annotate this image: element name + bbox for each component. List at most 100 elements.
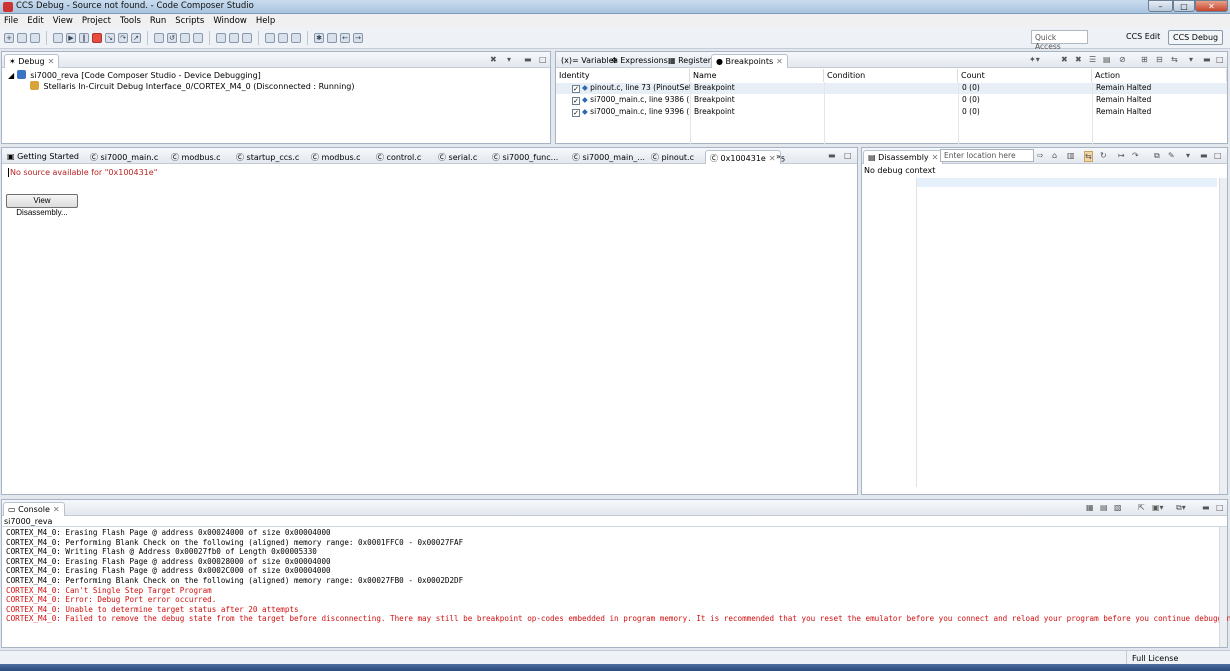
column-header-identity[interactable]: Identity xyxy=(556,69,690,82)
word-wrap-icon[interactable]: ▧ xyxy=(1114,503,1122,512)
minimize-icon[interactable]: ▬ xyxy=(524,55,532,64)
tab-pinout-c[interactable]: Ⓒ pinout.c xyxy=(647,150,698,164)
refresh-icon[interactable]: ↻ xyxy=(1100,151,1107,160)
remove-all-breakpoints-icon[interactable]: ✖ xyxy=(1075,55,1082,64)
display-console-icon[interactable]: ▣▾ xyxy=(1152,503,1164,512)
disassembly-scrollbar[interactable] xyxy=(1219,178,1227,494)
show-supported-icon[interactable]: ☰ xyxy=(1089,55,1096,64)
search-icon[interactable] xyxy=(278,32,288,43)
tab-overflow[interactable]: »5 xyxy=(772,150,789,164)
step-into-icon[interactable]: ↘ xyxy=(105,32,115,43)
show-source-icon[interactable]: ▥ xyxy=(1067,151,1075,160)
maximize-button[interactable]: □ xyxy=(1173,0,1195,12)
assembly-step-icon[interactable] xyxy=(193,32,203,43)
clear-console-icon[interactable]: ▦ xyxy=(1086,503,1094,512)
maximize-icon[interactable]: □ xyxy=(1214,151,1222,160)
minimize-button[interactable]: – xyxy=(1148,0,1173,12)
pin-console-icon[interactable]: ⇱ xyxy=(1138,503,1145,512)
perspective-ccs-edit[interactable]: CCS Edit xyxy=(1122,30,1164,45)
save-all-icon[interactable] xyxy=(30,32,40,43)
go-to-file-icon[interactable]: ▤ xyxy=(1103,55,1111,64)
tab-si7000-main-2[interactable]: Ⓒ si7000_main_... xyxy=(568,150,649,164)
minimize-icon[interactable]: ▬ xyxy=(1203,55,1211,64)
terminate-icon[interactable] xyxy=(92,32,102,43)
minimize-icon[interactable]: ▬ xyxy=(1202,503,1210,512)
collapse-all-icon[interactable]: ⊟ xyxy=(1156,55,1163,64)
maximize-icon[interactable]: □ xyxy=(844,151,852,160)
tab-getting-started[interactable]: ▣ Getting Started xyxy=(3,150,83,164)
close-icon[interactable]: ✕ xyxy=(776,57,783,66)
scroll-lock-icon[interactable]: ▤ xyxy=(1100,503,1108,512)
maximize-icon[interactable]: □ xyxy=(1216,55,1224,64)
tab-si7000-func[interactable]: Ⓒ si7000_func... xyxy=(488,150,562,164)
reset-cpu-icon[interactable] xyxy=(154,32,164,43)
tab-modbus-c[interactable]: Ⓒ modbus.c xyxy=(167,150,225,164)
column-header-action[interactable]: Action xyxy=(1092,69,1227,82)
tab-expressions[interactable]: ✥ Expressions xyxy=(607,54,672,68)
menu-edit[interactable]: Edit xyxy=(27,16,43,26)
debug-session-node[interactable]: ◢ si7000_reva [Code Composer Studio - De… xyxy=(8,70,261,80)
debug-target-node[interactable]: Stellaris In-Circuit Debug Interface_0/C… xyxy=(30,81,354,91)
menu-file[interactable]: File xyxy=(4,16,18,26)
remove-terminated-icon[interactable]: ✖ xyxy=(490,55,497,64)
table-row[interactable]: ✓ ◆ si7000_main.c, line 9396 (SC Breakpoi… xyxy=(556,107,1227,118)
tab-serial-c[interactable]: Ⓒ serial.c xyxy=(434,150,481,164)
close-button[interactable]: ✕ xyxy=(1195,0,1228,12)
menu-scripts[interactable]: Scripts xyxy=(175,16,204,26)
new-icon[interactable]: + xyxy=(4,32,14,43)
link-with-debug-icon[interactable]: ⇆ xyxy=(1171,55,1178,64)
link-with-active-context-icon[interactable]: ⇆ xyxy=(1084,151,1093,162)
tab-breakpoints[interactable]: ● Breakpoints ✕ xyxy=(711,54,788,68)
tab-modbus-c-2[interactable]: Ⓒ modbus.c xyxy=(307,150,365,164)
minimize-icon[interactable]: ▬ xyxy=(1200,151,1208,160)
new-view-icon[interactable]: ⧉ xyxy=(1154,151,1160,161)
tab-disassembly[interactable]: ▤ Disassembly ✕ xyxy=(863,150,944,164)
external-tools-icon[interactable] xyxy=(242,32,252,43)
menu-project[interactable]: Project xyxy=(82,16,111,26)
go-to-location-icon[interactable]: ⇨ xyxy=(1037,151,1044,160)
menu-window[interactable]: Window xyxy=(213,16,247,26)
checkbox-checked-icon[interactable]: ✓ xyxy=(572,97,580,105)
tab-debug[interactable]: ✶ Debug ✕ xyxy=(4,54,60,68)
view-menu-icon[interactable]: ▾ xyxy=(507,55,511,64)
tab-control-c[interactable]: Ⓒ control.c xyxy=(372,150,425,164)
view-menu-icon[interactable]: ▾ xyxy=(1186,151,1190,160)
step-over-icon[interactable]: ↷ xyxy=(118,32,128,43)
remove-breakpoint-icon[interactable]: ✖ xyxy=(1061,55,1068,64)
checkbox-checked-icon[interactable]: ✓ xyxy=(572,109,580,117)
restart-icon[interactable]: ↺ xyxy=(167,32,177,43)
tab-startup-ccs-c[interactable]: Ⓒ startup_ccs.c xyxy=(232,150,303,164)
column-header-name[interactable]: Name xyxy=(690,69,824,82)
step-mode-icon[interactable]: ↦ xyxy=(1118,151,1125,160)
close-icon[interactable]: ✕ xyxy=(932,153,939,162)
pin-icon[interactable] xyxy=(327,32,337,43)
connect-icon[interactable] xyxy=(53,32,63,43)
table-row[interactable]: ✓ ◆ pinout.c, line 73 (PinoutSet - Breakp… xyxy=(556,83,1227,94)
run-icon[interactable] xyxy=(229,32,239,43)
table-row[interactable]: ✓◆ si7000_main.c, line 9386 (ma Breakpoi… xyxy=(556,95,1227,106)
open-console-icon[interactable]: ⧉▾ xyxy=(1176,503,1186,513)
checkbox-checked-icon[interactable]: ✓ xyxy=(572,85,580,93)
forward-icon[interactable]: → xyxy=(353,32,363,43)
save-icon[interactable] xyxy=(17,32,27,43)
suspend-icon[interactable]: ‖ xyxy=(79,32,89,43)
close-icon[interactable]: ✕ xyxy=(48,57,55,66)
home-icon[interactable]: ⌂ xyxy=(1052,151,1057,160)
maximize-icon[interactable]: □ xyxy=(539,55,547,64)
build-icon[interactable] xyxy=(265,32,275,43)
toggle-mark-icon[interactable] xyxy=(291,32,301,43)
new-breakpoint-icon[interactable]: ✦▾ xyxy=(1029,55,1040,64)
column-header-condition[interactable]: Condition xyxy=(824,69,958,82)
tab-console[interactable]: ▭ Console ✕ xyxy=(3,502,65,516)
settings-gear-icon[interactable]: ✱ xyxy=(314,32,324,43)
location-input[interactable]: Enter location here xyxy=(940,149,1034,162)
minimize-icon[interactable]: ▬ xyxy=(828,151,836,160)
back-icon[interactable]: ← xyxy=(340,32,350,43)
view-menu-icon[interactable]: ▾ xyxy=(1189,55,1193,64)
perspective-ccs-debug[interactable]: CCS Debug xyxy=(1168,30,1224,45)
resume-icon[interactable]: ▶ xyxy=(66,32,76,43)
step-return-icon[interactable]: ↗ xyxy=(131,32,141,43)
close-icon[interactable]: ✕ xyxy=(53,505,60,514)
menu-tools[interactable]: Tools xyxy=(120,16,141,26)
debug-icon[interactable] xyxy=(216,32,226,43)
